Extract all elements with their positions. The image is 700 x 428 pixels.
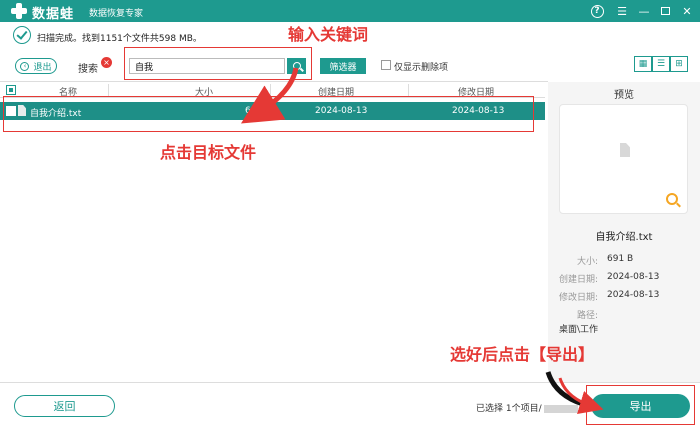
clear-search-icon[interactable]: ×	[101, 57, 112, 68]
preview-panel: 预览 自我介绍.txt 大小: 691 B 创建日期: 2024-08-13 修…	[548, 82, 700, 382]
back-arrow-icon: ‹	[20, 61, 30, 71]
close-icon: ✕	[682, 4, 692, 18]
maximize-button[interactable]	[657, 3, 673, 19]
minimize-icon: —	[638, 4, 650, 18]
view-mode-group: ▦ ☰ ⊞	[634, 56, 688, 72]
preview-area	[559, 104, 688, 214]
file-icon	[18, 105, 26, 116]
grid-view-button[interactable]: ▦	[634, 56, 652, 72]
meta-created-value: 2024-08-13	[607, 272, 660, 282]
file-name: 自我介绍.txt	[30, 109, 82, 119]
file-modified: 2024-08-13	[452, 106, 505, 116]
menu-button[interactable]: ☰	[614, 3, 630, 19]
annotation-enter-keyword: 输入关键词	[288, 25, 369, 44]
menu-icon: ☰	[617, 4, 627, 18]
selection-summary: 已选择 1个项目/	[476, 401, 580, 414]
preview-filename: 自我介绍.txt	[595, 232, 653, 243]
maximize-icon	[660, 7, 670, 15]
tile-view-button[interactable]: ⊞	[670, 56, 688, 72]
footer-divider	[0, 382, 700, 383]
help-icon: ?	[590, 4, 604, 18]
column-separator	[408, 84, 409, 96]
close-button[interactable]: ✕	[679, 3, 695, 19]
filter-button[interactable]: 筛选器	[320, 58, 366, 74]
help-button[interactable]: ?	[589, 3, 605, 19]
search-button[interactable]	[287, 58, 306, 74]
meta-created-label: 创建日期:	[558, 275, 598, 285]
meta-modified-value: 2024-08-13	[607, 290, 660, 300]
scan-status-text: 扫描完成。找到1151个文件共598 MB。	[37, 34, 202, 44]
exit-button[interactable]: ‹ 退出	[15, 58, 57, 74]
column-separator	[108, 84, 109, 96]
column-created[interactable]: 创建日期	[318, 85, 354, 98]
check-circle-icon	[13, 26, 31, 44]
table-row[interactable]: 自我介绍.txt 691 B 2024-08-13 2024-08-13	[0, 102, 545, 120]
title-bar: 数据蛙 数据恢复专家 ? ☰ — ✕	[0, 0, 700, 22]
meta-size-label: 大小:	[576, 257, 598, 267]
logo-icon	[11, 3, 27, 19]
preview-title: 预览	[614, 90, 634, 101]
app-name: 数据蛙	[32, 7, 75, 22]
annotation-export-hint: 选好后点击【导出】	[450, 345, 595, 364]
export-button[interactable]: 导出	[591, 394, 690, 418]
meta-modified-label: 修改日期:	[558, 293, 598, 303]
app-subtitle: 数据恢复专家	[89, 9, 144, 19]
list-view-button[interactable]: ☰	[652, 56, 670, 72]
table-header: 名称 大小 创建日期 修改日期	[0, 82, 545, 98]
document-icon	[620, 143, 630, 157]
exit-button-label: 退出	[33, 62, 52, 73]
meta-path-value: 桌面\工作	[559, 325, 599, 335]
minimize-button[interactable]: —	[636, 3, 652, 19]
annotation-click-file: 点击目标文件	[160, 143, 257, 162]
select-all-checkbox[interactable]	[6, 85, 16, 95]
show-deleted-label: 仅显示删除项	[394, 63, 449, 73]
row-checkbox[interactable]	[6, 106, 16, 116]
column-size[interactable]: 大小	[195, 85, 213, 98]
meta-size-value: 691 B	[607, 254, 634, 264]
return-button[interactable]: 返回	[14, 395, 115, 417]
show-deleted-checkbox[interactable]	[381, 60, 391, 70]
redacted-size	[543, 404, 578, 413]
column-separator	[270, 84, 271, 96]
selection-summary-text: 已选择 1个项目/	[476, 404, 542, 414]
search-input[interactable]	[129, 58, 285, 74]
column-modified[interactable]: 修改日期	[458, 85, 494, 98]
meta-path-label: 路径:	[576, 311, 598, 321]
zoom-icon[interactable]	[666, 193, 678, 205]
search-label: 搜索	[78, 64, 98, 75]
file-created: 2024-08-13	[315, 106, 368, 116]
file-size: 691 B	[245, 106, 272, 116]
search-icon	[292, 62, 301, 70]
column-name[interactable]: 名称	[59, 85, 77, 98]
